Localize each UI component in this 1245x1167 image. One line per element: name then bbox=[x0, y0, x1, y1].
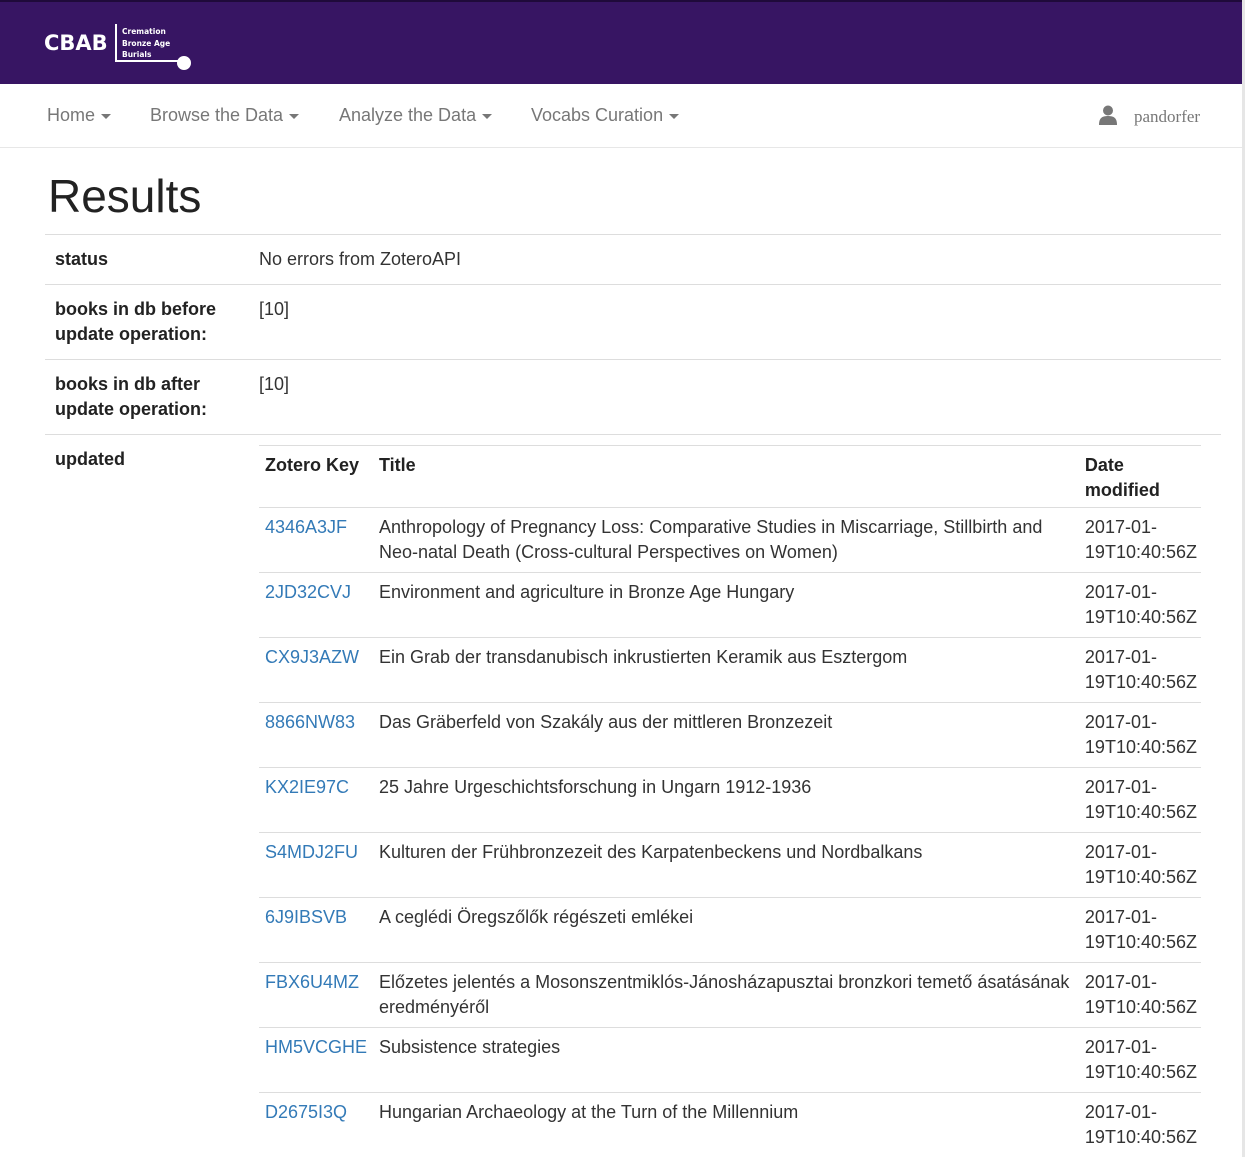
nav-home-label: Home bbox=[47, 105, 95, 125]
user-icon bbox=[1099, 105, 1117, 125]
table-row: CX9J3AZW Ein Grab der transdanubisch ink… bbox=[259, 638, 1201, 703]
brand-line-2: Bronze Age bbox=[122, 38, 170, 50]
updated-books-table: Zotero Key Title Date modified 4346A3JF … bbox=[259, 445, 1201, 1157]
before-row: books in db before update operation: [10… bbox=[45, 285, 1221, 360]
updated-cell: Zotero Key Title Date modified 4346A3JF … bbox=[249, 435, 1221, 1167]
before-value: [10] bbox=[249, 285, 1221, 360]
table-row: FBX6U4MZ Előzetes jelentés a Mosonszentm… bbox=[259, 963, 1201, 1028]
zotero-key-link[interactable]: S4MDJ2FU bbox=[265, 842, 358, 862]
table-row: 4346A3JF Anthropology of Pregnancy Loss:… bbox=[259, 508, 1201, 573]
caret-down-icon bbox=[289, 114, 299, 119]
caret-down-icon bbox=[101, 114, 111, 119]
header-title: Title bbox=[373, 446, 1079, 508]
status-row: status No errors from ZoteroAPI bbox=[45, 235, 1221, 285]
date-modified: 2017-01-19T10:40:56Z bbox=[1079, 898, 1201, 963]
book-title: A ceglédi Öregszőlők régészeti emlékei bbox=[373, 898, 1079, 963]
nav-vocabs-label: Vocabs Curation bbox=[531, 105, 663, 125]
nav-analyze-label: Analyze the Data bbox=[339, 105, 476, 125]
header-date-modified: Date modified bbox=[1079, 446, 1201, 508]
table-row: 6J9IBSVB A ceglédi Öregszőlők régészeti … bbox=[259, 898, 1201, 963]
table-row: 8866NW83 Das Gräberfeld von Szakály aus … bbox=[259, 703, 1201, 768]
zotero-key-link[interactable]: HM5VCGHE bbox=[265, 1037, 367, 1057]
main-navbar: Home Browse the Data Analyze the Data Vo… bbox=[0, 84, 1245, 148]
table-row: D2675I3Q Hungarian Archaeology at the Tu… bbox=[259, 1093, 1201, 1158]
date-modified: 2017-01-19T10:40:56Z bbox=[1079, 1093, 1201, 1158]
user-name: pandorfer bbox=[1134, 84, 1200, 150]
book-title: Environment and agriculture in Bronze Ag… bbox=[373, 573, 1079, 638]
top-border bbox=[0, 0, 1245, 2]
book-title: Anthropology of Pregnancy Loss: Comparat… bbox=[373, 508, 1079, 573]
nav-browse-the-data[interactable]: Browse the Data bbox=[150, 84, 299, 147]
logo-dot bbox=[177, 56, 191, 70]
table-row: HM5VCGHE Subsistence strategies 2017-01-… bbox=[259, 1028, 1201, 1093]
book-title: 25 Jahre Urgeschichtsforschung in Ungarn… bbox=[373, 768, 1079, 833]
book-title: Das Gräberfeld von Szakály aus der mittl… bbox=[373, 703, 1079, 768]
table-row: KX2IE97C 25 Jahre Urgeschichtsforschung … bbox=[259, 768, 1201, 833]
page-title: Results bbox=[48, 170, 201, 222]
brand-logo[interactable]: CBAB Cremation Bronze Age Burials bbox=[44, 20, 194, 72]
date-modified: 2017-01-19T10:40:56Z bbox=[1079, 508, 1201, 573]
status-label: status bbox=[45, 235, 249, 285]
brand-line-3: Burials bbox=[122, 49, 170, 61]
status-value: No errors from ZoteroAPI bbox=[249, 235, 1221, 285]
date-modified: 2017-01-19T10:40:56Z bbox=[1079, 768, 1201, 833]
after-row: books in db after update operation: [10] bbox=[45, 360, 1221, 435]
updated-row: updated Zotero Key Title Date modified 4… bbox=[45, 435, 1221, 1167]
results-table: status No errors from ZoteroAPI books in… bbox=[45, 234, 1221, 1167]
caret-down-icon bbox=[482, 114, 492, 119]
book-title: Hungarian Archaeology at the Turn of the… bbox=[373, 1093, 1079, 1158]
zotero-key-link[interactable]: 6J9IBSVB bbox=[265, 907, 347, 927]
table-row: S4MDJ2FU Kulturen der Frühbronzezeit des… bbox=[259, 833, 1201, 898]
nav-home[interactable]: Home bbox=[47, 84, 111, 147]
updated-label: updated bbox=[45, 435, 249, 1167]
header-zotero-key: Zotero Key bbox=[259, 446, 373, 508]
before-label: books in db before update operation: bbox=[45, 285, 249, 360]
brand-full-name: Cremation Bronze Age Burials bbox=[122, 26, 170, 61]
book-title: Subsistence strategies bbox=[373, 1028, 1079, 1093]
book-title: Kulturen der Frühbronzezeit des Karpaten… bbox=[373, 833, 1079, 898]
zotero-key-link[interactable]: FBX6U4MZ bbox=[265, 972, 359, 992]
table-row: 2JD32CVJ Environment and agriculture in … bbox=[259, 573, 1201, 638]
date-modified: 2017-01-19T10:40:56Z bbox=[1079, 963, 1201, 1028]
zotero-key-link[interactable]: 2JD32CVJ bbox=[265, 582, 351, 602]
zotero-key-link[interactable]: 8866NW83 bbox=[265, 712, 355, 732]
date-modified: 2017-01-19T10:40:56Z bbox=[1079, 1028, 1201, 1093]
after-value: [10] bbox=[249, 360, 1221, 435]
zotero-key-link[interactable]: D2675I3Q bbox=[265, 1102, 347, 1122]
book-title: Előzetes jelentés a Mosonszentmiklós-Ján… bbox=[373, 963, 1079, 1028]
caret-down-icon bbox=[669, 114, 679, 119]
nav-browse-label: Browse the Data bbox=[150, 105, 283, 125]
date-modified: 2017-01-19T10:40:56Z bbox=[1079, 638, 1201, 703]
date-modified: 2017-01-19T10:40:56Z bbox=[1079, 703, 1201, 768]
zotero-key-link[interactable]: CX9J3AZW bbox=[265, 647, 359, 667]
zotero-key-link[interactable]: KX2IE97C bbox=[265, 777, 349, 797]
brand-line-1: Cremation bbox=[122, 26, 170, 38]
zotero-key-link[interactable]: 4346A3JF bbox=[265, 517, 347, 537]
updated-table-header: Zotero Key Title Date modified bbox=[259, 446, 1201, 508]
date-modified: 2017-01-19T10:40:56Z bbox=[1079, 833, 1201, 898]
brand-abbr: CBAB bbox=[44, 31, 108, 55]
book-title: Ein Grab der transdanubisch inkrustierte… bbox=[373, 638, 1079, 703]
after-label: books in db after update operation: bbox=[45, 360, 249, 435]
date-modified: 2017-01-19T10:40:56Z bbox=[1079, 573, 1201, 638]
nav-vocabs-curation[interactable]: Vocabs Curation bbox=[531, 84, 679, 147]
top-header-bar: CBAB Cremation Bronze Age Burials bbox=[0, 0, 1245, 84]
nav-analyze-the-data[interactable]: Analyze the Data bbox=[339, 84, 492, 147]
